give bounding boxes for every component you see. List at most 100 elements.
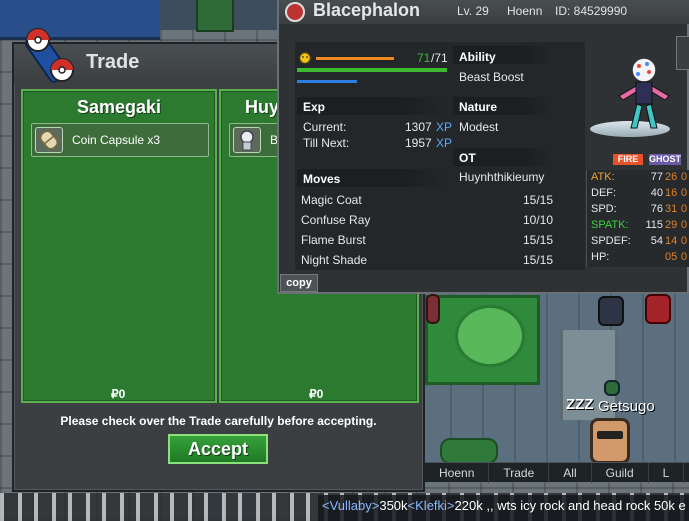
move-pp: 15/15 <box>523 253 554 267</box>
exp-unit: XP <box>436 120 453 134</box>
move-name: Confuse Ray <box>301 213 371 227</box>
stat-ev: 0 <box>681 171 688 183</box>
stat-name: SPDEF: <box>591 235 631 247</box>
move-row[interactable]: Night Shade 15/15 <box>301 250 561 270</box>
pokemon-sprite <box>618 57 670 129</box>
accept-button[interactable]: Accept <box>168 434 268 464</box>
move-name: Magic Coat <box>301 193 362 207</box>
npc-pokemon[interactable] <box>604 380 620 396</box>
chat-message: 350k <box>379 498 408 513</box>
trader-name: Huy <box>245 97 280 117</box>
stat-row: SPATK: 115 29 0 <box>587 218 689 234</box>
chat-sender[interactable]: <Klefki> <box>408 498 455 513</box>
stat-value: 54 <box>650 235 663 247</box>
stat-row: HP: 05 0 <box>587 250 689 266</box>
stat-iv: 16 <box>665 187 678 199</box>
exp-unit: XP <box>436 136 453 150</box>
stat-ev: 0 <box>681 251 688 263</box>
pokemon-id: ID: 84529990 <box>555 4 628 18</box>
chat-tab-more[interactable]: L <box>649 463 685 483</box>
move-pp: 10/10 <box>523 213 554 227</box>
npc-player[interactable] <box>598 296 624 326</box>
move-name: Night Shade <box>301 253 368 267</box>
chat-tab-guild[interactable]: Guild <box>592 463 649 483</box>
exp-till-next-label: Till Next: <box>303 136 350 150</box>
chat-log[interactable]: <Vullaby>350k<Klefki>220k ,, wts icy roc… <box>318 495 689 521</box>
move-pp: 15/15 <box>523 193 554 207</box>
lilypad-decoration <box>455 305 525 367</box>
move-name: Flame Burst <box>301 233 366 247</box>
trader-name: Samegaki <box>76 97 162 117</box>
stat-row: DEF: 40 16 0 <box>587 186 689 202</box>
stat-row: SPDEF: 54 14 0 <box>587 234 689 250</box>
chat-tab-trade[interactable]: Trade <box>489 463 550 483</box>
ability-heading: Ability <box>459 50 496 64</box>
stats-table: ATK: 77 26 0 DEF: 40 16 0 SPD: 76 31 0 SPATK: 115 2… <box>586 170 689 267</box>
trade-offer-panel-left: Samegaki Coin Capsule x3 ₽0 <box>21 89 217 403</box>
move-row[interactable]: Magic Coat 15/15 <box>301 190 561 210</box>
trade-title: Trade <box>86 51 140 73</box>
sleep-icon: ZZZ <box>566 396 594 413</box>
player-avatar[interactable] <box>590 418 630 464</box>
stat-iv: 26 <box>665 171 678 183</box>
exp-bar <box>297 68 447 72</box>
nature-heading: Nature <box>459 100 498 114</box>
stat-name: ATK: <box>591 171 615 183</box>
stat-ev: 0 <box>681 235 688 247</box>
moves-heading: Moves <box>303 172 341 186</box>
trade-notice: Please check over the Trade carefully be… <box>60 414 377 428</box>
exp-progress <box>297 80 357 83</box>
type-badge-ghost: GHOST <box>649 154 682 165</box>
pokemon-name: Blacephalon <box>313 0 421 20</box>
nature-value: Modest <box>459 120 499 134</box>
move-row[interactable]: Flame Burst 15/15 <box>301 230 561 250</box>
move-pp: 15/15 <box>523 233 554 247</box>
potted-plant <box>196 0 234 32</box>
pokemon-region: Hoenn <box>507 4 543 18</box>
side-panel-tab[interactable] <box>676 36 689 70</box>
exp-current-value: 1307 <box>405 120 432 134</box>
shrub <box>440 438 498 464</box>
hp-current: 71 <box>417 51 431 65</box>
chat-tabs: Hoenn Trade All Guild L <box>425 462 689 483</box>
stat-iv: 31 <box>665 203 678 215</box>
stat-value: 40 <box>650 187 663 199</box>
move-row[interactable]: Confuse Ray 10/10 <box>301 210 561 230</box>
trade-item[interactable]: Coin Capsule x3 <box>31 123 209 157</box>
stat-ev: 0 <box>681 203 688 215</box>
pokemon-level: Lv. 29 <box>457 4 489 18</box>
stat-row: SPD: 76 31 0 <box>587 202 689 218</box>
stat-row: ATK: 77 26 0 <box>587 170 689 186</box>
stat-iv: 29 <box>665 219 678 231</box>
copy-button[interactable]: copy <box>280 274 318 292</box>
stat-iv: 14 <box>665 235 678 247</box>
coin-capsule-icon <box>35 127 63 153</box>
chat-tab-hoenn[interactable]: Hoenn <box>425 463 490 483</box>
hp-max: /71 <box>431 51 448 65</box>
npc-player[interactable] <box>645 294 671 324</box>
stat-name: HP: <box>591 251 610 263</box>
pokemon-summary-window: Blacephalon Lv. 29 Hoenn ID: 84529990 71… <box>277 0 689 294</box>
chat-message: 220k ,, wts icy rock and head rock 50k e <box>454 498 686 513</box>
stat-name: DEF: <box>591 187 617 199</box>
stat-ev: 0 <box>681 187 688 199</box>
happiness-icon <box>299 52 311 64</box>
chat-tab-all[interactable]: All <box>549 463 592 483</box>
exp-heading: Exp <box>303 100 326 114</box>
ability-value: Beast Boost <box>459 70 524 84</box>
stat-ev: 0 <box>681 219 688 231</box>
stat-iv: 05 <box>665 251 678 263</box>
stat-name: SPD: <box>591 203 617 215</box>
type-badge-fire: FIRE <box>613 154 643 165</box>
money-offer: ₽0 <box>309 387 324 401</box>
hp-bar <box>315 56 395 61</box>
chat-sender[interactable]: <Vullaby> <box>322 498 379 513</box>
player-name-label: Getsugo <box>598 398 655 415</box>
trade-item-label: Coin Capsule x3 <box>72 133 161 147</box>
ot-value: Huynhthikieumy <box>459 170 545 184</box>
exp-current-label: Current: <box>303 120 347 134</box>
pokemon-item-icon <box>233 127 261 153</box>
npc-player[interactable] <box>426 294 440 324</box>
money-offer: ₽0 <box>111 387 126 401</box>
stat-value: 77 <box>650 171 663 183</box>
